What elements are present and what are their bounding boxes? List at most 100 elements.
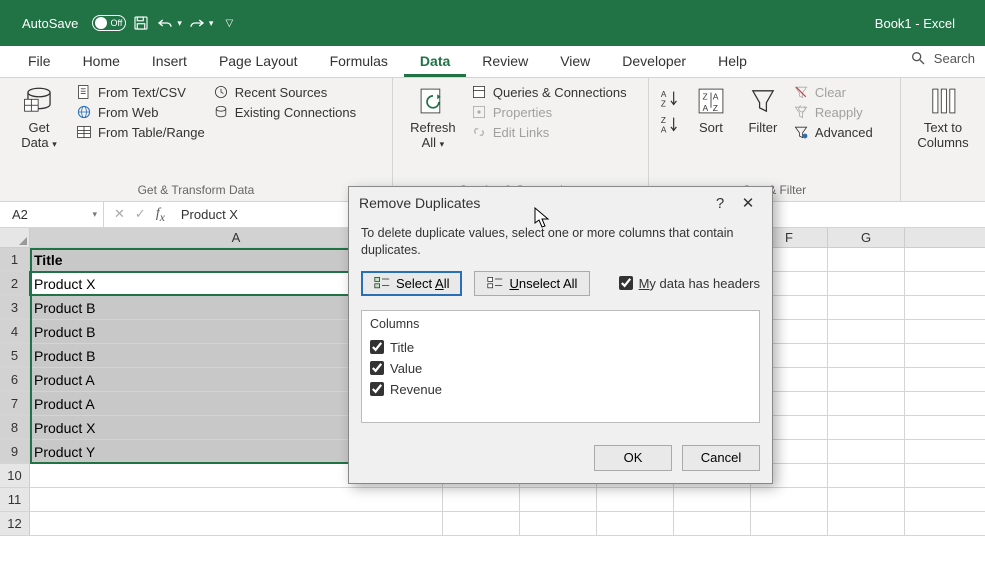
column-checkbox-revenue[interactable]: Revenue	[370, 379, 751, 400]
text-to-columns-button[interactable]: Text to Columns	[911, 82, 975, 152]
row-header[interactable]: 3	[0, 296, 30, 319]
row-header[interactable]: 1	[0, 248, 30, 271]
recent-sources-button[interactable]: Recent Sources	[213, 84, 356, 100]
dialog-close-button[interactable]: ✕	[734, 194, 762, 212]
cell[interactable]	[597, 488, 674, 511]
cell[interactable]	[674, 488, 751, 511]
qat-customize-icon[interactable]: ▽	[225, 18, 233, 29]
column-checkbox-title[interactable]: Title	[370, 337, 751, 358]
edit-links-button[interactable]: Edit Links	[471, 124, 627, 140]
from-table-range-button[interactable]: From Table/Range	[76, 124, 205, 140]
cell[interactable]	[828, 272, 905, 295]
cell[interactable]	[828, 368, 905, 391]
redo-icon[interactable]	[188, 14, 206, 32]
svg-text:A: A	[702, 103, 708, 113]
tab-review[interactable]: Review	[466, 47, 544, 77]
tab-developer[interactable]: Developer	[606, 47, 702, 77]
undo-icon[interactable]	[156, 14, 174, 32]
tab-formulas[interactable]: Formulas	[314, 47, 404, 77]
clear-filter-button[interactable]: Clear	[793, 84, 873, 100]
row-header[interactable]: 11	[0, 488, 30, 511]
fx-icon[interactable]: fx	[156, 206, 165, 224]
filter-button[interactable]: Filter	[741, 82, 785, 137]
sort-button[interactable]: ZAAZ Sort	[689, 82, 733, 137]
search-box[interactable]: Search	[910, 50, 975, 66]
tab-home[interactable]: Home	[67, 47, 136, 77]
links-icon	[471, 124, 487, 140]
row-header[interactable]: 8	[0, 416, 30, 439]
table-row[interactable]: 12	[0, 512, 985, 536]
cell[interactable]	[674, 512, 751, 535]
row-header[interactable]: 5	[0, 344, 30, 367]
row-header[interactable]: 4	[0, 320, 30, 343]
from-text-csv-button[interactable]: From Text/CSV	[76, 84, 205, 100]
save-icon[interactable]	[132, 14, 150, 32]
cell[interactable]	[751, 488, 828, 511]
tab-insert[interactable]: Insert	[136, 47, 203, 77]
my-data-has-headers-checkbox[interactable]: My data has headers	[619, 276, 760, 291]
col-header-g[interactable]: G	[828, 228, 905, 247]
cell[interactable]	[828, 488, 905, 511]
row-header[interactable]: 10	[0, 464, 30, 487]
cancel-button[interactable]: Cancel	[682, 445, 760, 471]
cell[interactable]	[828, 248, 905, 271]
redo-dropdown-icon[interactable]: ▾	[209, 18, 214, 29]
existing-connections-button[interactable]: Existing Connections	[213, 104, 356, 120]
unselect-all-button[interactable]: Unselect All	[474, 271, 590, 296]
dialog-help-button[interactable]: ?	[706, 195, 734, 212]
row-header[interactable]: 9	[0, 440, 30, 463]
row-header[interactable]: 6	[0, 368, 30, 391]
queries-icon	[471, 84, 487, 100]
name-box[interactable]: A2	[4, 202, 104, 227]
from-web-button[interactable]: From Web	[76, 104, 205, 120]
get-data-button[interactable]: Get Data ▾	[10, 82, 68, 152]
queries-connections-button[interactable]: Queries & Connections	[471, 84, 627, 100]
row-header[interactable]: 12	[0, 512, 30, 535]
cell[interactable]	[443, 488, 520, 511]
refresh-all-button[interactable]: Refresh All ▾	[403, 82, 463, 152]
cell[interactable]	[828, 392, 905, 415]
undo-dropdown-icon[interactable]: ▾	[177, 18, 182, 29]
tab-help[interactable]: Help	[702, 47, 763, 77]
reapply-button[interactable]: Reapply	[793, 104, 873, 120]
tab-page-layout[interactable]: Page Layout	[203, 47, 314, 77]
cell[interactable]	[828, 416, 905, 439]
ok-button[interactable]: OK	[594, 445, 672, 471]
tab-file[interactable]: File	[12, 47, 67, 77]
cell[interactable]	[828, 296, 905, 319]
row-header[interactable]: 2	[0, 272, 30, 295]
cell[interactable]	[520, 512, 597, 535]
cancel-formula-icon[interactable]: ✕	[114, 206, 125, 222]
properties-button[interactable]: Properties	[471, 104, 627, 120]
reapply-icon	[793, 104, 809, 120]
recent-icon	[213, 84, 229, 100]
advanced-icon	[793, 124, 809, 140]
select-all-corner[interactable]	[0, 228, 30, 247]
group-get-transform: Get & Transform Data	[10, 181, 382, 199]
tab-data[interactable]: Data	[404, 47, 466, 77]
cell[interactable]	[30, 512, 443, 535]
cell[interactable]	[443, 512, 520, 535]
cell[interactable]	[751, 512, 828, 535]
cell[interactable]	[520, 488, 597, 511]
select-all-button[interactable]: Select All	[361, 271, 462, 296]
cell[interactable]	[828, 320, 905, 343]
autosave-toggle[interactable]: Off	[92, 15, 126, 31]
cell[interactable]	[30, 488, 443, 511]
tab-view[interactable]: View	[544, 47, 606, 77]
sort-asc-button[interactable]: AZ	[659, 88, 681, 110]
advanced-filter-button[interactable]: Advanced	[793, 124, 873, 140]
row-header[interactable]: 7	[0, 392, 30, 415]
sort-desc-button[interactable]: ZA	[659, 114, 681, 136]
cell[interactable]	[828, 344, 905, 367]
cell[interactable]	[828, 440, 905, 463]
svg-text:Z: Z	[702, 91, 707, 101]
cell[interactable]	[828, 464, 905, 487]
table-row[interactable]: 11	[0, 488, 985, 512]
enter-formula-icon[interactable]: ✓	[135, 206, 146, 222]
cell[interactable]	[597, 512, 674, 535]
cell[interactable]	[828, 512, 905, 535]
table-icon	[76, 124, 92, 140]
menu-bar: File Home Insert Page Layout Formulas Da…	[0, 46, 985, 78]
column-checkbox-value[interactable]: Value	[370, 358, 751, 379]
